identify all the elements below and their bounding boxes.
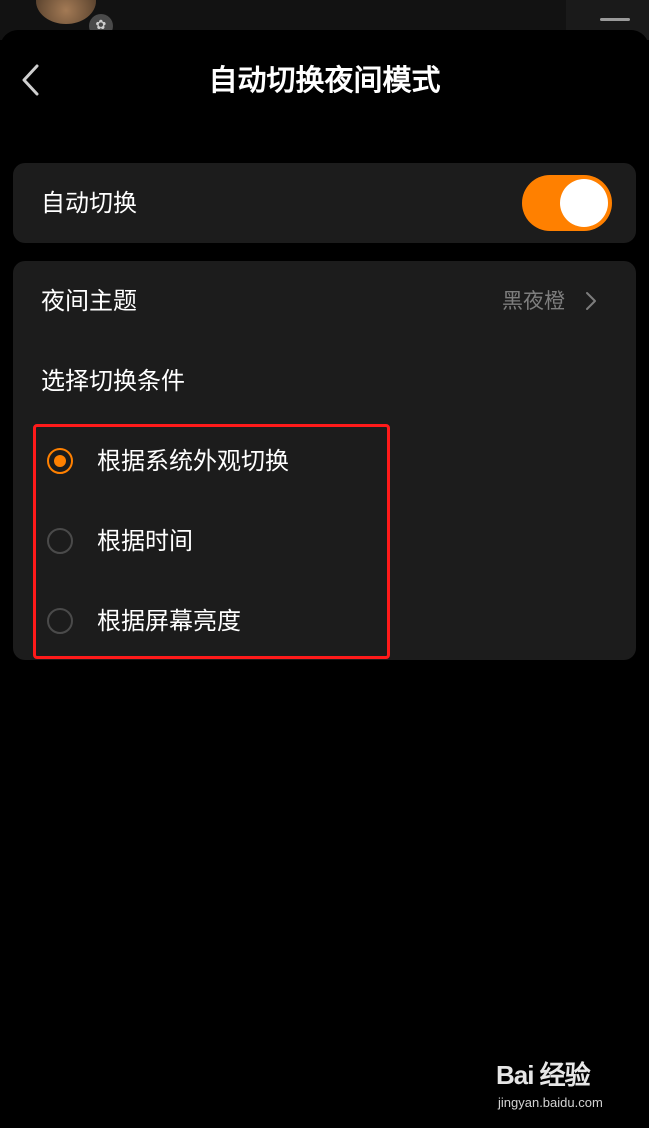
radio-selected-icon (47, 448, 73, 474)
condition-option-time[interactable]: 根据时间 (13, 513, 393, 573)
condition-option-label: 根据时间 (97, 527, 193, 555)
night-theme-label: 夜间主题 (41, 287, 137, 315)
auto-switch-card: 自动切换 (13, 163, 636, 243)
settings-sheet: 自动切换夜间模式 自动切换 夜间主题 黑夜橙 选择切换条件 根据系统外观切换 根… (0, 30, 649, 1128)
auto-switch-label: 自动切换 (41, 189, 137, 217)
night-theme-row[interactable]: 夜间主题 黑夜橙 (13, 281, 636, 321)
condition-option-label: 根据系统外观切换 (97, 447, 289, 475)
condition-option-system-appearance[interactable]: 根据系统外观切换 (13, 433, 393, 493)
screen: ✿ 自动切换夜间模式 自动切换 夜间主题 黑夜橙 选择切换条件 根据系统外观切换… (0, 0, 649, 1128)
menu-icon (600, 18, 630, 21)
radio-dot (54, 455, 66, 467)
auto-switch-toggle[interactable] (522, 175, 612, 231)
radio-unselected-icon (47, 608, 73, 634)
page-title: 自动切换夜间模式 (208, 63, 441, 97)
watermark-url: jingyan.baidu.com (498, 1095, 603, 1110)
condition-option-label: 根据屏幕亮度 (97, 607, 241, 635)
watermark-logo: Bai 经验 (496, 1060, 591, 1090)
radio-unselected-icon (47, 528, 73, 554)
chevron-right-icon (586, 292, 596, 310)
header: 自动切换夜间模式 (0, 30, 649, 130)
options-card: 夜间主题 黑夜橙 选择切换条件 根据系统外观切换 根据时间 根据屏幕亮度 (13, 261, 636, 660)
toggle-knob (560, 179, 608, 227)
watermark: Bai 经验 jingyan.baidu.com (496, 1058, 636, 1118)
night-theme-value: 黑夜橙 (502, 289, 565, 313)
condition-option-screen-brightness[interactable]: 根据屏幕亮度 (13, 593, 393, 653)
condition-section-label: 选择切换条件 (41, 367, 185, 395)
